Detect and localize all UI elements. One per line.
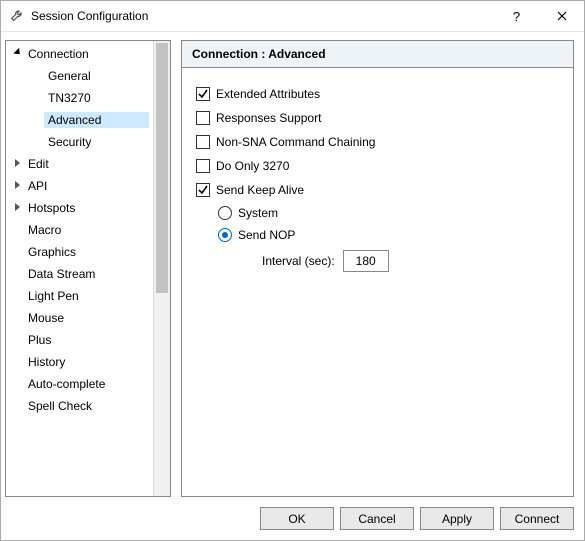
keep-alive-radio-group: System Send NOP Interval (sec): [218,202,559,272]
keep-alive-send-nop-row[interactable]: Send NOP [218,224,559,246]
window-title: Session Configuration [31,9,494,23]
non-sna-chaining-label: Non-SNA Command Chaining [216,135,375,149]
panel-title: Connection : Advanced [182,41,573,68]
tree-item-label: History [24,354,149,370]
tree-item-label: Data Stream [24,266,149,282]
tree-item-label: Graphics [24,244,149,260]
dialog-footer: OK Cancel Apply Connect [1,497,584,540]
tree-item-label: Auto-complete [24,376,149,392]
responses-support-label: Responses Support [216,111,321,125]
do-only-3270-checkbox[interactable] [196,159,210,173]
extended-attributes-label: Extended Attributes [216,87,320,101]
body-area: Connection General TN3270 Advanced Security E… [1,32,584,497]
check-icon [197,184,209,196]
tree-item-label: Macro [24,222,149,238]
tree-item-api[interactable]: API [6,175,153,197]
tree-item-hotspots[interactable]: Hotspots [6,197,153,219]
nav-tree-list[interactable]: Connection General TN3270 Advanced Security E… [6,41,153,496]
tree-item-label: Plus [24,332,149,348]
tree-item-macro[interactable]: Macro [6,219,153,241]
tree-item-label: API [24,178,149,194]
extended-attributes-checkbox[interactable] [196,87,210,101]
tree-item-plus[interactable]: Plus [6,329,153,351]
tree-item-general[interactable]: General [6,65,153,87]
keep-alive-system-radio[interactable] [218,206,232,220]
tree-item-tn3270[interactable]: TN3270 [6,87,153,109]
non-sna-chaining-checkbox[interactable] [196,135,210,149]
titlebar: Session Configuration ? [1,1,584,32]
tree-item-label: Edit [24,156,149,172]
send-keep-alive-checkbox[interactable] [196,183,210,197]
keep-alive-send-nop-label: Send NOP [238,228,295,242]
responses-support-checkbox[interactable] [196,111,210,125]
tree-item-label: Advanced [44,112,149,128]
tree-item-label: Connection [24,46,149,62]
keep-alive-system-label: System [238,206,278,220]
nav-tree: Connection General TN3270 Advanced Security E… [5,40,171,497]
apply-button[interactable]: Apply [420,507,494,530]
tree-item-light-pen[interactable]: Light Pen [6,285,153,307]
extended-attributes-row[interactable]: Extended Attributes [196,82,559,106]
tree-item-label: Mouse [24,310,149,326]
tree-item-mouse[interactable]: Mouse [6,307,153,329]
interval-row: Interval (sec): [262,250,559,272]
panel-body: Extended Attributes Responses Support No… [182,68,573,286]
keep-alive-system-row[interactable]: System [218,202,559,224]
cancel-button[interactable]: Cancel [340,507,414,530]
responses-support-row[interactable]: Responses Support [196,106,559,130]
tree-item-graphics[interactable]: Graphics [6,241,153,263]
tree-item-label: General [44,68,149,84]
tree-item-label: TN3270 [44,90,149,106]
interval-input[interactable] [343,250,389,272]
close-icon [557,11,567,21]
tree-scrollbar[interactable] [153,41,170,496]
tree-scrollbar-thumb[interactable] [156,43,168,293]
wrench-icon [9,8,25,24]
session-config-window: Session Configuration ? Connection Genera… [0,0,585,541]
tree-item-edit[interactable]: Edit [6,153,153,175]
tree-item-security[interactable]: Security [6,131,153,153]
non-sna-chaining-row[interactable]: Non-SNA Command Chaining [196,130,559,154]
chevron-right-icon[interactable] [10,203,24,214]
help-button[interactable]: ? [494,1,539,31]
connect-button[interactable]: Connect [500,507,574,530]
interval-label: Interval (sec): [262,254,335,268]
tree-item-history[interactable]: History [6,351,153,373]
chevron-right-icon[interactable] [10,159,24,170]
tree-item-label: Light Pen [24,288,149,304]
tree-item-spell-check[interactable]: Spell Check [6,395,153,417]
chevron-right-icon[interactable] [10,181,24,192]
do-only-3270-row[interactable]: Do Only 3270 [196,154,559,178]
tree-item-advanced[interactable]: Advanced [6,109,153,131]
ok-button[interactable]: OK [260,507,334,530]
tree-item-label: Spell Check [24,398,149,414]
keep-alive-send-nop-radio[interactable] [218,228,232,242]
do-only-3270-label: Do Only 3270 [216,159,289,173]
tree-item-data-stream[interactable]: Data Stream [6,263,153,285]
tree-item-connection[interactable]: Connection [6,43,153,65]
chevron-down-icon[interactable] [10,49,24,59]
send-keep-alive-row[interactable]: Send Keep Alive [196,178,559,202]
tree-item-label: Security [44,134,149,150]
tree-item-label: Hotspots [24,200,149,216]
settings-panel: Connection : Advanced Extended Attribute… [181,40,574,497]
check-icon [197,88,209,100]
close-button[interactable] [539,1,584,31]
tree-item-auto-complete[interactable]: Auto-complete [6,373,153,395]
send-keep-alive-label: Send Keep Alive [216,183,304,197]
